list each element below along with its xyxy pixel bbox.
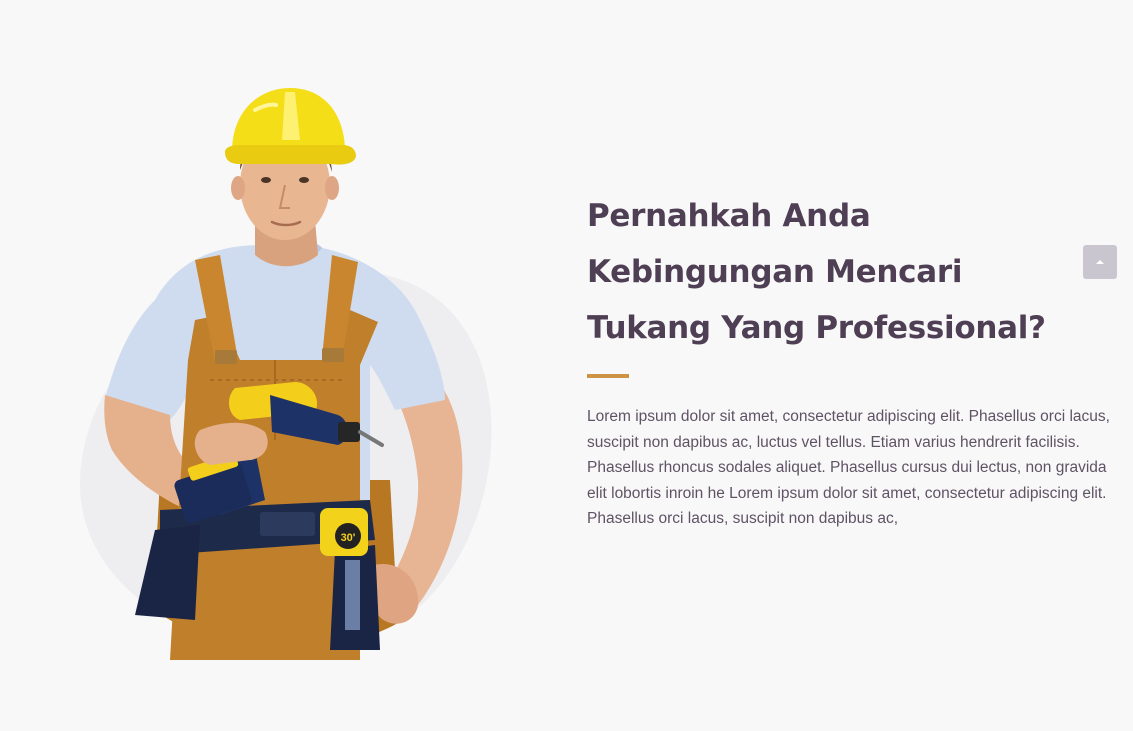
section-description: Lorem ipsum dolor sit amet, consectetur … (587, 408, 1110, 527)
worker-illustration: 30' (60, 60, 520, 660)
headline-line: Pernahkah Anda (587, 198, 871, 234)
scroll-to-top-button[interactable] (1083, 245, 1117, 279)
about-section: 30' Pernahkah Anda Kebingungan Mencari T… (0, 0, 1133, 731)
headline-line: Kebingungan Mencari (587, 254, 963, 290)
hard-hat (225, 88, 356, 165)
accent-divider (587, 374, 629, 378)
headline-line: Tukang Yang Professional? (587, 310, 1046, 346)
intro-content: Pernahkah Anda Kebingungan Mencari Tukan… (587, 188, 1117, 532)
section-headline: Pernahkah Anda Kebingungan Mencari Tukan… (587, 188, 1117, 356)
tape-measure-label: 30' (341, 532, 356, 544)
chevron-up-icon (1096, 260, 1104, 264)
